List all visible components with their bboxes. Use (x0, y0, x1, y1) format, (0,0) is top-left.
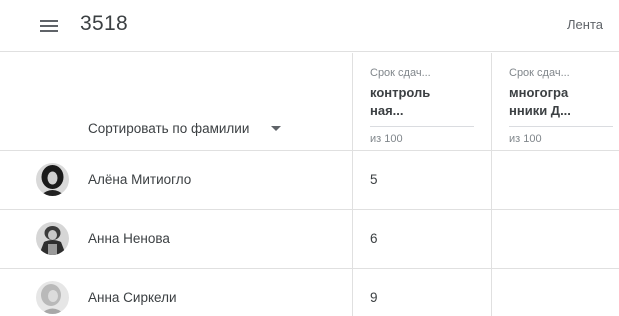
assignment-max-points: из 100 (509, 133, 542, 145)
grade-cell[interactable]: 5 (370, 172, 378, 187)
student-name[interactable]: Алёна Митиогло (88, 172, 191, 187)
assignment-title: контроль ная... (370, 85, 431, 118)
grade-cell-empty[interactable] (492, 210, 619, 268)
sort-dropdown[interactable]: Сортировать по фамилии (88, 121, 282, 136)
grade-cell-empty[interactable] (492, 151, 619, 209)
assignment-max-points: из 100 (370, 133, 403, 145)
grade-cell[interactable]: 6 (370, 231, 378, 246)
student-name[interactable]: Анна Сиркели (88, 290, 177, 305)
student-row: Анна Ненова 6 (0, 210, 619, 269)
grade-cell[interactable]: 9 (370, 290, 378, 305)
student-avatar (36, 163, 69, 196)
student-row: Анна Сиркели 9 (0, 269, 619, 316)
gradebook-header-row: Сортировать по фамилии Срок сдач... конт… (0, 53, 619, 151)
class-title: 3518 (80, 12, 128, 35)
sort-dropdown-label: Сортировать по фамилии (88, 121, 250, 136)
assignment-title: многогра нники Д... (509, 85, 571, 118)
hamburger-menu-icon[interactable] (36, 15, 62, 37)
student-name[interactable]: Анна Ненова (88, 231, 170, 246)
dropdown-caret-icon (271, 126, 282, 131)
student-avatar (36, 222, 69, 255)
assignment-column-header[interactable]: Срок сдач... многогра нники Д... из 100 (509, 67, 613, 145)
assignment-column-header[interactable]: Срок сдач... контроль ная... из 100 (370, 67, 474, 145)
assignment-due-date: Срок сдач... (509, 67, 570, 79)
student-row: Алёна Митиогло 5 (0, 151, 619, 210)
student-avatar (36, 281, 69, 314)
top-app-bar: 3518 Лента (0, 0, 619, 52)
assignment-divider (509, 126, 613, 127)
assignment-due-date: Срок сдач... (370, 67, 431, 79)
grade-cell-empty[interactable] (492, 269, 619, 316)
feed-tab-link[interactable]: Лента (567, 17, 603, 32)
assignment-divider (370, 126, 474, 127)
